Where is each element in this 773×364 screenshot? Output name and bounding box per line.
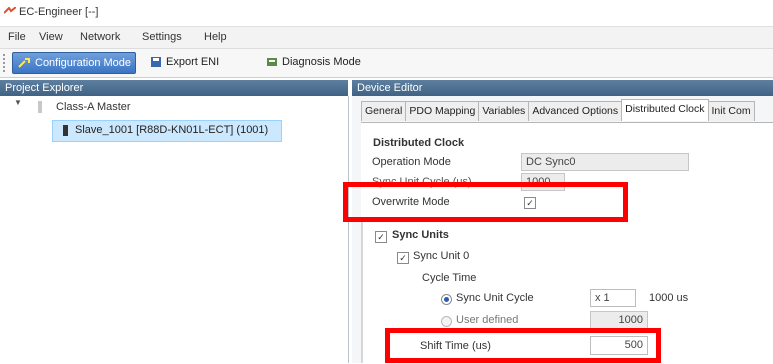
user-defined-radio[interactable]	[441, 316, 452, 327]
operation-mode-label: Operation Mode	[372, 156, 451, 168]
title-bar: EC-Engineer [--]	[0, 0, 773, 26]
menu-bar: File View Network Settings Help	[0, 26, 773, 49]
project-explorer-header: Project Explorer	[0, 80, 348, 96]
tab-distributed-clock[interactable]: Distributed Clock	[621, 99, 709, 121]
sync-unit-cycle-radio[interactable]	[441, 294, 452, 305]
configuration-mode-button[interactable]: Configuration Mode	[12, 52, 137, 74]
save-icon	[151, 57, 161, 67]
window-title: EC-Engineer [--]	[19, 6, 99, 18]
sync-unit0-checkbox[interactable]: ✓	[397, 252, 409, 264]
tab-advanced-options[interactable]: Advanced Options	[528, 101, 623, 121]
toolbar: Configuration Mode Export ENI Diagnosis …	[0, 48, 773, 78]
menu-network[interactable]: Network	[80, 31, 120, 43]
tab-general[interactable]: General	[361, 101, 407, 121]
slave-label: Slave_1001 [R88D-KN01L-ECT] (1001)	[75, 124, 269, 136]
sync-units-label: Sync Units	[392, 229, 449, 241]
menu-file[interactable]: File	[8, 31, 26, 43]
sync-unit-cycle-radio-label: Sync Unit Cycle	[456, 292, 534, 304]
tree-item-slave[interactable]: Slave_1001 [R88D-KN01L-ECT] (1001)	[52, 120, 282, 142]
configuration-mode-label: Configuration Mode	[35, 57, 132, 69]
distributed-clock-section-title: Distributed Clock	[373, 137, 465, 149]
diagnosis-mode-button[interactable]: Diagnosis Mode	[262, 52, 365, 72]
tab-pdo-mapping[interactable]: PDO Mapping	[405, 101, 480, 121]
overwrite-mode-highlight	[343, 182, 628, 222]
sync-cycle-us-label: 1000 us	[649, 292, 689, 304]
shift-time-highlight	[385, 328, 661, 363]
collapse-arrow-icon[interactable]: ▼	[14, 98, 24, 107]
menu-settings[interactable]: Settings	[142, 31, 182, 43]
cycle-multiplier-select[interactable]: x 1	[590, 289, 636, 307]
ec-logo-icon	[4, 7, 16, 14]
user-defined-field[interactable]: 1000	[590, 311, 648, 329]
export-eni-label: Export ENI	[166, 56, 220, 68]
toolbar-grip[interactable]	[3, 54, 8, 72]
tree-item-master[interactable]: ▼ Class-A Master	[0, 98, 340, 116]
menu-view[interactable]: View	[39, 31, 63, 43]
editor-tabs: General PDO Mapping Variables Advanced O…	[361, 99, 755, 122]
master-icon	[38, 101, 42, 113]
user-defined-label: User defined	[456, 314, 519, 326]
diagnosis-mode-label: Diagnosis Mode	[282, 56, 361, 68]
tab-variables[interactable]: Variables	[478, 101, 530, 121]
sync-units-checkbox[interactable]: ✓	[375, 231, 387, 243]
diagnosis-icon	[267, 58, 277, 66]
menu-help[interactable]: Help	[204, 31, 227, 43]
wrench-icon	[18, 58, 30, 68]
sync-unit0-label: Sync Unit 0	[413, 250, 470, 262]
sync-units-group-border	[361, 218, 363, 363]
slave-device-icon	[63, 125, 68, 136]
operation-mode-field[interactable]: DC Sync0	[521, 153, 689, 171]
cycle-time-label: Cycle Time	[422, 272, 477, 284]
device-editor-header: Device Editor	[352, 80, 773, 96]
export-eni-button[interactable]: Export ENI	[146, 52, 223, 72]
master-label: Class-A Master	[56, 101, 131, 113]
tab-init-commands[interactable]: Init Com	[707, 101, 755, 121]
